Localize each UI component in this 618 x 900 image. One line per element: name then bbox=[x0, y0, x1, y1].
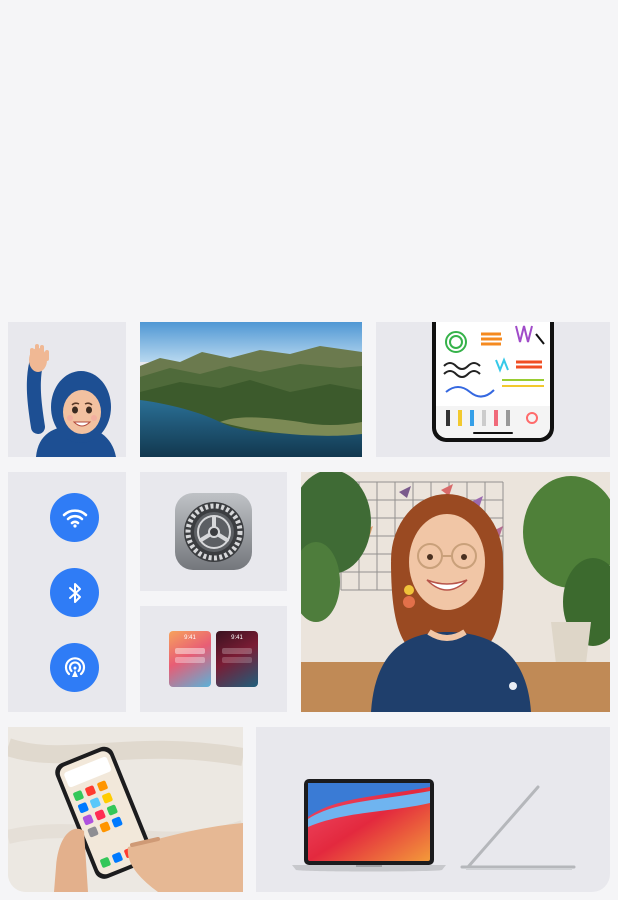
big-sur-wallpaper-tile bbox=[140, 322, 362, 457]
bluetooth-button[interactable] bbox=[50, 568, 99, 617]
gear-icon bbox=[183, 501, 244, 562]
macbook-air-illustration bbox=[292, 779, 576, 872]
hand-holding-iphone-photo bbox=[8, 727, 243, 892]
macbook-air-tile bbox=[256, 727, 610, 892]
wifi-icon bbox=[62, 508, 87, 528]
airdrop-button[interactable] bbox=[50, 643, 99, 692]
apple-employee-photo-tile bbox=[301, 472, 610, 712]
memoji-tile bbox=[8, 322, 126, 457]
bluetooth-icon bbox=[68, 582, 81, 603]
smiling-person-photo bbox=[301, 472, 610, 712]
light-wallpaper-preview[interactable]: 9:41 bbox=[169, 631, 211, 687]
airdrop-icon bbox=[64, 656, 85, 677]
connectivity-tile bbox=[8, 472, 126, 712]
light-wallpaper-time: 9:41 bbox=[184, 635, 196, 641]
wallpaper-options-tile: 9:41 9:41 bbox=[140, 606, 287, 712]
markup-phone-tile bbox=[376, 322, 610, 457]
settings-app-tile bbox=[140, 472, 287, 591]
big-sur-landscape-image bbox=[140, 322, 362, 457]
iphone-in-hand-tile bbox=[8, 727, 243, 892]
settings-app-icon[interactable] bbox=[175, 493, 252, 570]
dark-wallpaper-preview[interactable]: 9:41 bbox=[216, 631, 258, 687]
wifi-button[interactable] bbox=[50, 493, 99, 542]
dark-wallpaper-time: 9:41 bbox=[231, 635, 243, 641]
hero-blank-area bbox=[0, 0, 618, 322]
memoji-waving-illustration bbox=[26, 344, 116, 457]
markup-doodles bbox=[436, 325, 550, 438]
iphone-markup-screen bbox=[432, 322, 554, 442]
